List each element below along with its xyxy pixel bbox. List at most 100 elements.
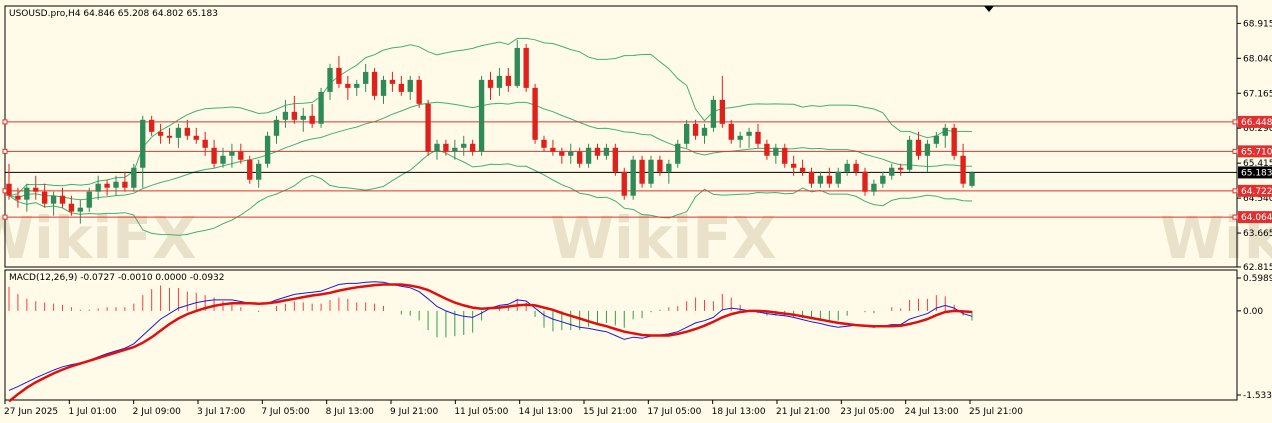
chart-title: USOUSD.pro,H4 64.846 65.208 64.802 65.18…	[9, 9, 218, 19]
candle-body	[683, 123, 690, 144]
macd-tick-label: 0.00	[1243, 307, 1263, 317]
candle-body	[354, 83, 360, 88]
macd-tick-label: 0.5989	[1243, 274, 1272, 284]
level-handle-left	[2, 148, 8, 154]
time-tick-label: 11 Jul 05:00	[454, 407, 508, 417]
candle-body	[345, 83, 351, 88]
candle-body	[568, 151, 574, 156]
candle-body	[897, 167, 904, 170]
candle-body	[960, 155, 966, 184]
time-tick-label: 25 Jul 21:00	[969, 407, 1023, 417]
price-label-text: 65.183	[1241, 168, 1272, 178]
candle-body	[666, 163, 672, 172]
candle	[478, 75, 485, 156]
candle-body	[701, 127, 708, 136]
candle-body	[443, 143, 449, 152]
candle-body	[362, 71, 369, 84]
candle-body	[59, 195, 66, 204]
candle-body	[630, 159, 636, 196]
candle-body	[728, 123, 734, 140]
candle-body	[675, 143, 681, 164]
candle-body	[924, 143, 931, 156]
candle-body	[496, 75, 503, 88]
candle-body	[166, 135, 173, 138]
candle-body	[24, 187, 30, 200]
candle	[523, 43, 529, 92]
candle-body	[264, 135, 271, 164]
candle-body	[6, 183, 12, 196]
candle-body	[131, 167, 137, 188]
time-tick-label: 23 Jul 05:00	[840, 407, 894, 417]
candle-body	[113, 181, 119, 188]
candle-body	[585, 147, 592, 164]
candle-body	[202, 139, 208, 148]
candle-body	[844, 163, 850, 172]
candle	[969, 171, 975, 188]
candle-body	[33, 187, 39, 192]
candle-body	[193, 135, 199, 140]
candle-body	[808, 171, 815, 184]
level-handle-right	[1232, 148, 1238, 154]
candle	[906, 135, 913, 172]
candle	[639, 155, 645, 188]
candle-body	[523, 47, 529, 88]
candle-body	[550, 147, 556, 152]
price-tick-label: 68.915	[1243, 19, 1272, 29]
candle-body	[318, 91, 324, 124]
level-handle-left	[2, 119, 8, 125]
level-handle-right	[1232, 214, 1238, 220]
price-label-text: 65.710	[1241, 147, 1272, 157]
chart-canvas: WikiFX WikiFX WikiFX 68.91568.04067.1656…	[0, 0, 1272, 423]
time-tick-label: 8 Jul 13:00	[326, 407, 375, 417]
candle-body	[594, 147, 601, 156]
candle-body	[68, 203, 75, 212]
candle-body	[291, 111, 298, 120]
candle-body	[639, 159, 645, 184]
candle-body	[710, 99, 717, 128]
candle-body	[799, 167, 806, 172]
chart-window: WikiFX WikiFX WikiFX 68.91568.04067.1656…	[0, 0, 1272, 423]
candle-body	[452, 147, 458, 152]
candle-body	[532, 87, 538, 140]
time-tick-label: 18 Jul 13:00	[712, 407, 766, 417]
candle-body	[969, 172, 975, 186]
candle-body	[104, 183, 110, 188]
candle-body	[327, 67, 333, 92]
candle-body	[612, 147, 619, 172]
candle-body	[505, 75, 512, 86]
price-tick-label: 62.815	[1243, 263, 1272, 273]
candle-body	[336, 67, 342, 84]
candle-body	[389, 79, 396, 84]
candle-body	[559, 151, 565, 156]
candle-body	[157, 131, 164, 136]
level-handle-right	[1232, 188, 1238, 194]
time-tick-label: 17 Jul 05:00	[647, 407, 701, 417]
candle	[630, 155, 636, 200]
time-tick-label: 2 Jul 09:00	[133, 407, 182, 417]
time-tick-label: 9 Jul 21:00	[390, 407, 439, 417]
candle-body	[782, 147, 788, 164]
candle-body	[889, 167, 895, 176]
candle-body	[211, 147, 217, 164]
candle-body	[273, 119, 280, 136]
candle	[416, 75, 422, 108]
level-handle-left	[2, 214, 8, 220]
price-label-text: 64.722	[1241, 187, 1272, 197]
watermark-center: WikiFX	[550, 204, 777, 272]
candle-body	[184, 127, 191, 136]
candle	[710, 95, 717, 132]
candle-body	[755, 131, 761, 144]
candle-body	[826, 175, 833, 184]
candle-body	[719, 99, 726, 124]
price-label-text: 66.448	[1241, 118, 1272, 128]
candle-body	[871, 183, 877, 192]
candle-body	[576, 151, 583, 164]
time-tick-label: 21 Jul 21:00	[776, 407, 830, 417]
candle-body	[380, 79, 387, 96]
candle-body	[309, 115, 315, 124]
price-tick-label: 67.165	[1243, 89, 1272, 99]
candle-body	[933, 135, 940, 144]
candle-body	[77, 207, 84, 212]
candle-body	[300, 115, 306, 120]
candle-body	[746, 131, 752, 136]
